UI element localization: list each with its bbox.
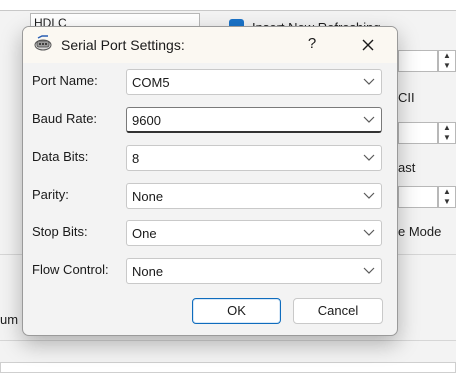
serial-port-app-icon: [34, 35, 52, 51]
parity-label: Parity:: [32, 187, 69, 202]
ok-button[interactable]: OK: [192, 298, 281, 324]
close-icon[interactable]: [355, 32, 381, 58]
background-label-mode: e Mode: [398, 224, 442, 239]
flow-control-select[interactable]: None: [126, 258, 382, 284]
background-label-last: ast: [398, 160, 416, 175]
baud-rate-label: Baud Rate:: [32, 111, 98, 126]
help-button[interactable]: ?: [300, 32, 324, 56]
baud-rate-select[interactable]: 9600: [126, 107, 382, 133]
background-spin-buttons-2[interactable]: ▲ ▼: [438, 122, 456, 144]
background-bottom-panel: [0, 362, 456, 373]
chevron-down-icon: [363, 116, 375, 123]
background-label-ascii: CII: [398, 90, 415, 105]
background-top-panel: [0, 0, 456, 11]
chevron-down-icon: [363, 229, 375, 236]
chevron-down-icon: [363, 154, 375, 161]
data-bits-label: Data Bits:: [32, 149, 89, 164]
stop-bits-value: One: [132, 226, 157, 241]
port-name-select[interactable]: COM5: [126, 69, 382, 95]
port-name-value: COM5: [132, 75, 170, 90]
stop-bits-label: Stop Bits:: [32, 224, 88, 239]
chevron-down-icon: [363, 78, 375, 85]
parity-select[interactable]: None: [126, 183, 382, 209]
background-spin-input-2[interactable]: [398, 122, 438, 144]
chevron-down-icon: [363, 192, 375, 199]
dialog-title: Serial Port Settings:: [61, 37, 185, 53]
data-bits-value: 8: [132, 151, 140, 166]
serial-port-settings-dialog: Serial Port Settings: ? Port Name: COM5 …: [22, 26, 398, 336]
dialog-title-bar[interactable]: Serial Port Settings: ?: [23, 27, 397, 63]
background-divider-2: [0, 340, 456, 341]
background-spin-buttons-3[interactable]: ▲ ▼: [438, 186, 456, 208]
data-bits-select[interactable]: 8: [126, 145, 382, 171]
baud-rate-value: 9600: [132, 113, 161, 128]
port-name-label: Port Name:: [32, 73, 98, 88]
flow-control-value: None: [132, 264, 164, 279]
background-spin-buttons-1[interactable]: ▲ ▼: [438, 50, 456, 72]
background-spin-input-3[interactable]: [398, 186, 438, 208]
background-spin-input-1[interactable]: [398, 50, 438, 72]
flow-control-label: Flow Control:: [32, 262, 109, 277]
stop-bits-select[interactable]: One: [126, 220, 382, 246]
chevron-down-icon: [363, 267, 375, 274]
parity-value: None: [132, 189, 164, 204]
cancel-button[interactable]: Cancel: [293, 298, 383, 324]
